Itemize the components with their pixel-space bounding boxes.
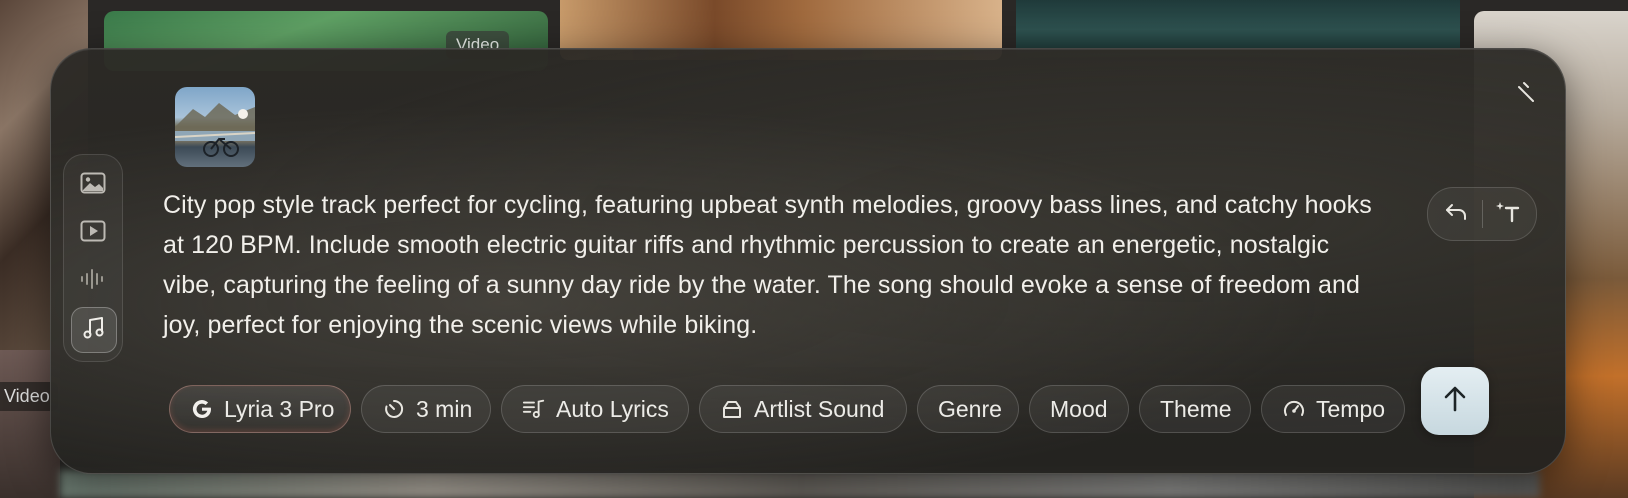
- mode-video-button[interactable]: [71, 211, 115, 255]
- mood-chip[interactable]: Mood: [1029, 385, 1129, 433]
- mood-label: Mood: [1050, 395, 1108, 422]
- gallery-tile: [60, 470, 1540, 498]
- duration-label: 3 min: [416, 395, 473, 422]
- undo-icon: [1444, 202, 1468, 227]
- generate-button[interactable]: [1421, 367, 1489, 435]
- theme-label: Theme: [1160, 395, 1232, 422]
- mode-music-button[interactable]: [71, 307, 117, 353]
- genre-label: Genre: [938, 395, 1002, 422]
- lyrics-icon: [522, 397, 546, 421]
- reference-image-thumbnail[interactable]: [175, 87, 255, 167]
- timer-icon: [382, 397, 406, 421]
- genre-chip[interactable]: Genre: [917, 385, 1019, 433]
- google-g-icon: [190, 397, 214, 421]
- sparkle-text-icon: [1494, 200, 1522, 229]
- lyrics-selector[interactable]: Auto Lyrics: [501, 385, 689, 433]
- collapse-icon[interactable]: [1511, 77, 1541, 107]
- play-icon: [80, 220, 106, 247]
- mode-rail: [63, 154, 123, 362]
- undo-button[interactable]: [1438, 196, 1474, 232]
- prompt-text[interactable]: City pop style track perfect for cycling…: [163, 185, 1373, 345]
- mode-image-button[interactable]: [71, 163, 115, 207]
- bag-icon: [720, 397, 744, 421]
- arrow-up-icon: [1441, 384, 1469, 419]
- prompt-composer: City pop style track perfect for cycling…: [50, 48, 1566, 474]
- sound-selector[interactable]: Artlist Sound: [699, 385, 907, 433]
- prompt-actions: [1427, 187, 1537, 241]
- sound-label: Artlist Sound: [754, 395, 885, 422]
- divider: [1482, 200, 1483, 228]
- lyrics-label: Auto Lyrics: [556, 395, 669, 422]
- tempo-label: Tempo: [1316, 395, 1386, 422]
- theme-chip[interactable]: Theme: [1139, 385, 1251, 433]
- mode-audio-button[interactable]: [71, 259, 115, 303]
- model-selector[interactable]: Lyria 3 Pro: [169, 385, 351, 433]
- duration-selector[interactable]: 3 min: [361, 385, 491, 433]
- waveform-icon: [79, 267, 107, 296]
- speedometer-icon: [1282, 397, 1306, 421]
- enhance-prompt-button[interactable]: [1490, 196, 1526, 232]
- tempo-selector[interactable]: Tempo: [1261, 385, 1405, 433]
- model-label: Lyria 3 Pro: [224, 395, 335, 422]
- music-note-icon: [81, 315, 107, 346]
- image-icon: [80, 172, 106, 199]
